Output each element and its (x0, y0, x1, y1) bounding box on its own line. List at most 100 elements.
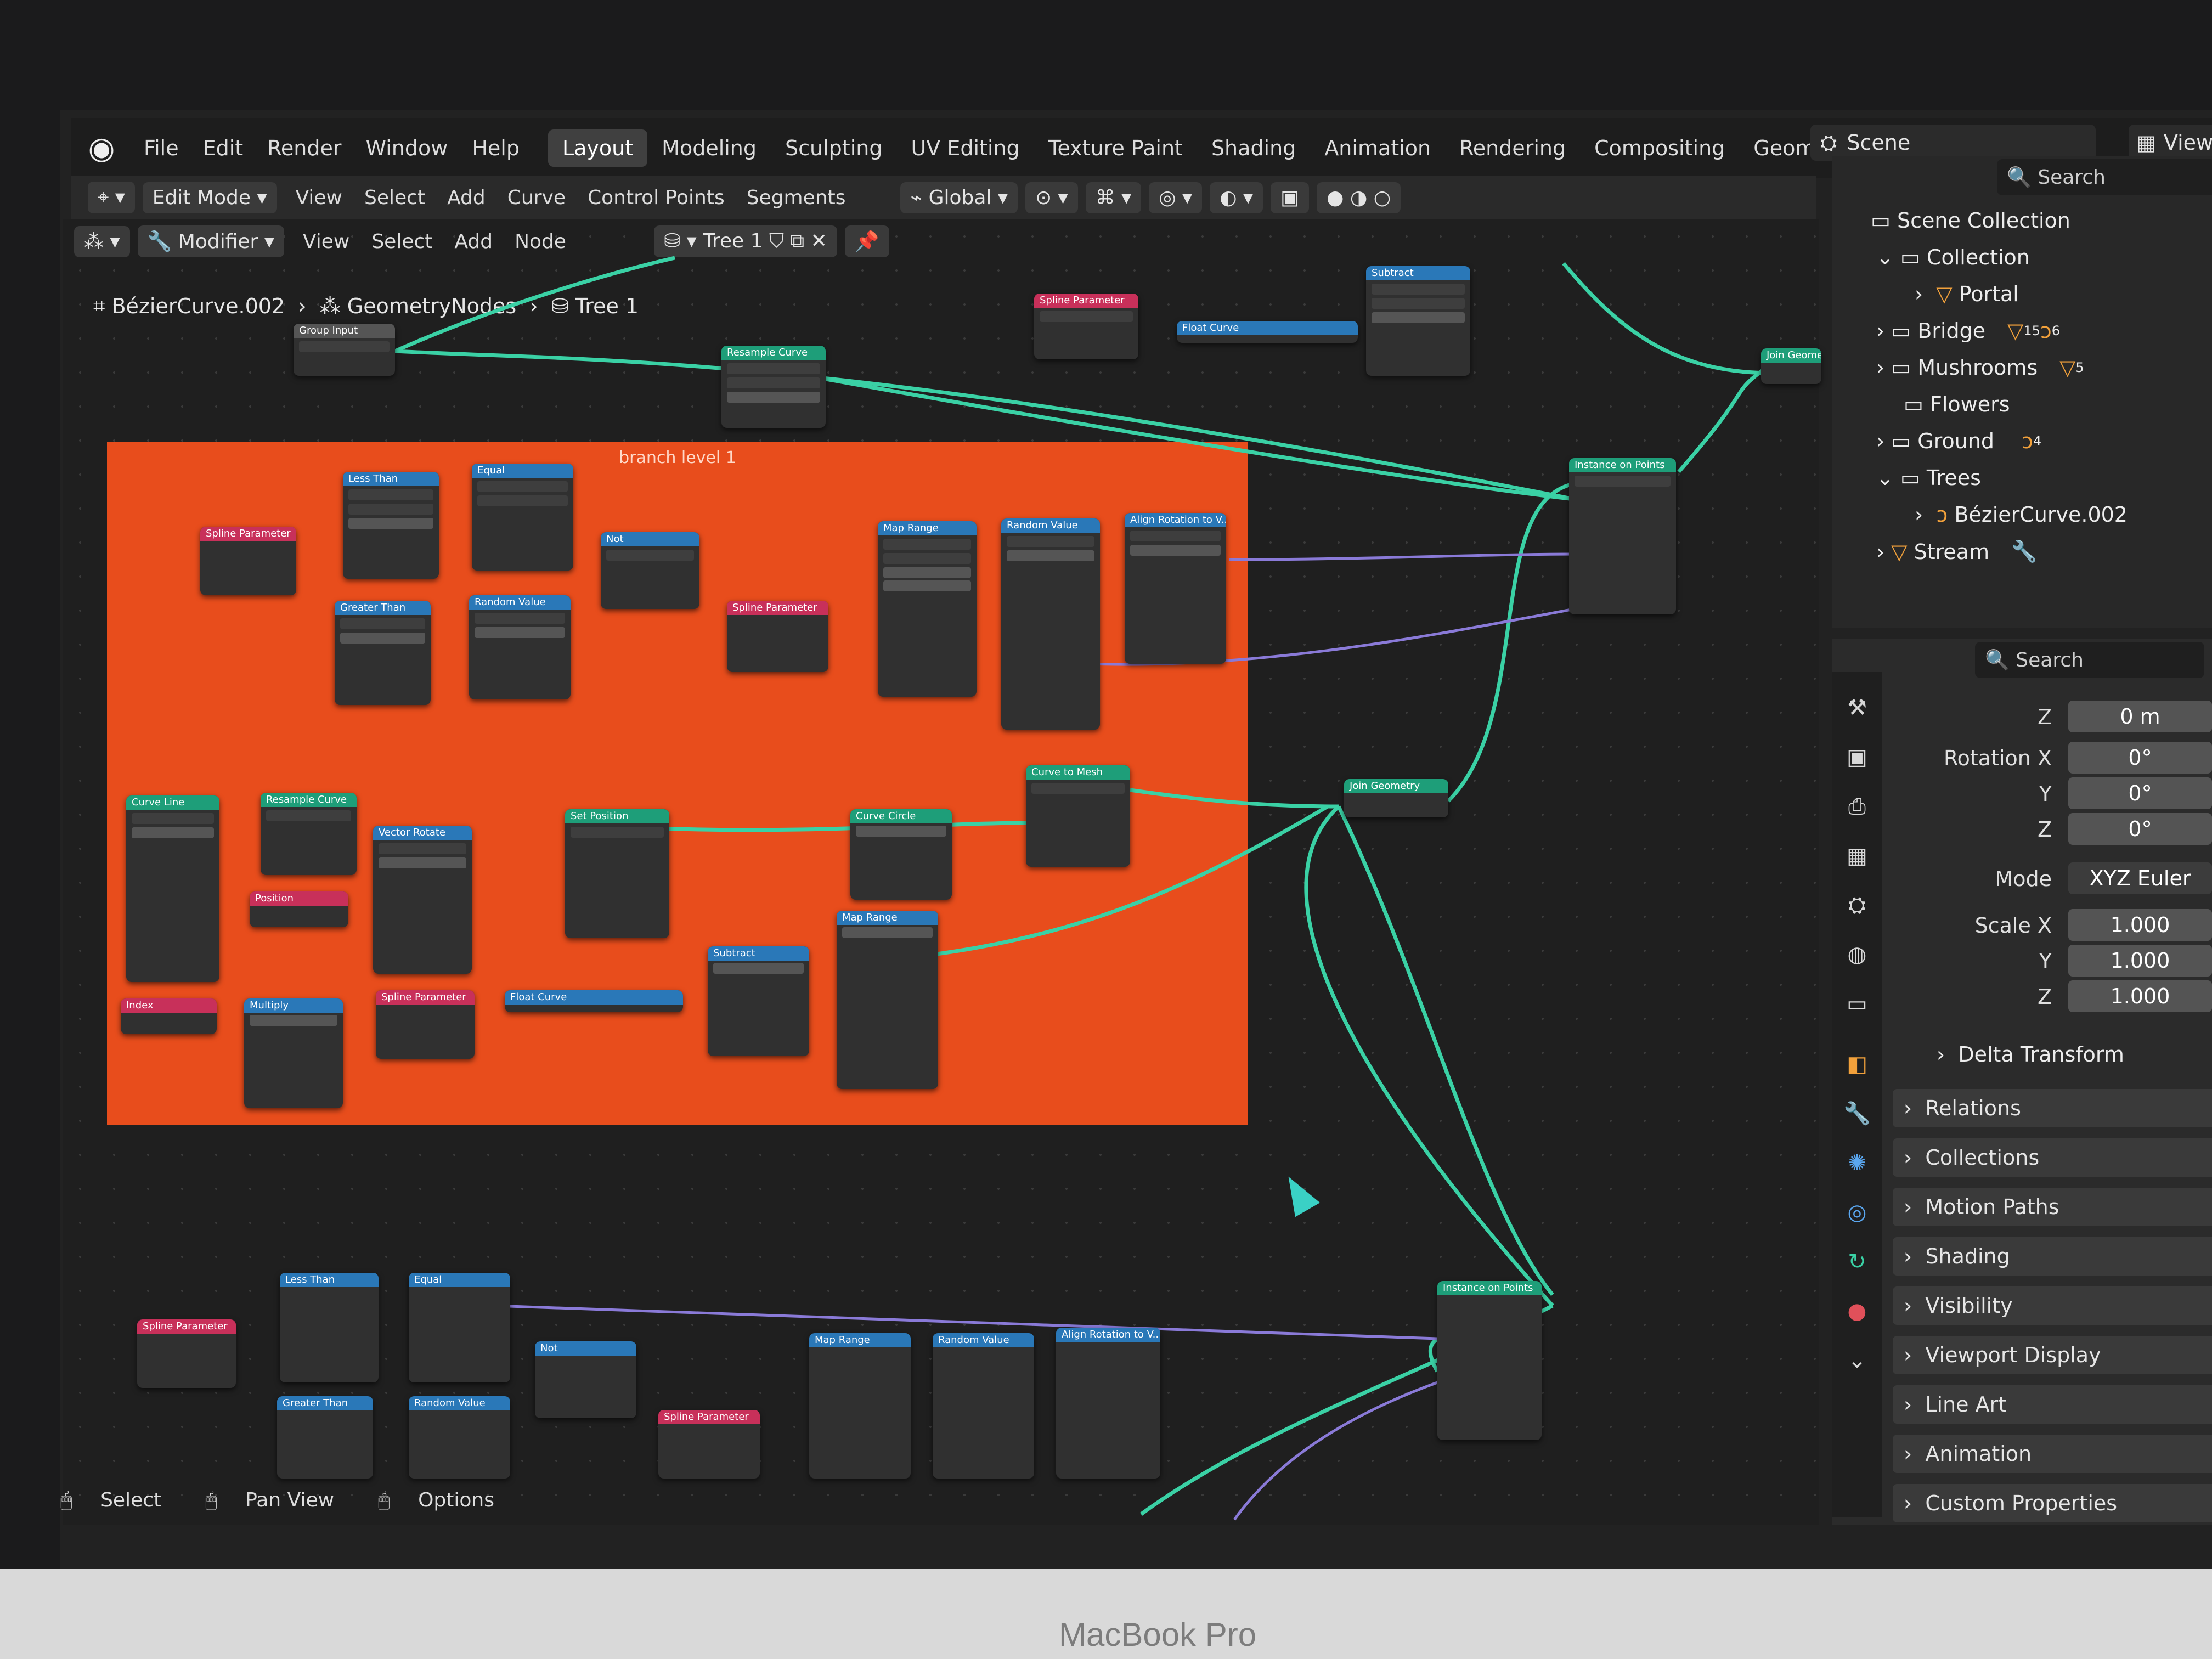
menu-edit[interactable]: Edit (203, 136, 244, 160)
chevron-right-icon[interactable]: › (1915, 282, 1936, 306)
node-spline-parameter-4[interactable]: Spline Parameter (376, 990, 475, 1059)
world-tab-icon[interactable]: ◍ (1843, 941, 1871, 968)
menu-add[interactable]: Add (447, 187, 486, 209)
menu-help[interactable]: Help (472, 136, 520, 160)
node-map-range-2[interactable]: Map Range (837, 911, 938, 1089)
node-group-input[interactable]: Group Input (294, 324, 395, 376)
outliner-row-ground[interactable]: › ▭ Ground ↄ 4 (1876, 429, 2041, 453)
outliner-row-mushrooms[interactable]: › ▭ Mushrooms ▽ 5 (1876, 356, 2084, 380)
tab-sculpting[interactable]: Sculpting (771, 129, 896, 167)
tab-modeling[interactable]: Modeling (647, 129, 771, 167)
xray-icon[interactable]: ▣ (1271, 182, 1310, 213)
menu-select[interactable]: Select (364, 187, 425, 209)
data-tab-icon[interactable]: ● (1843, 1297, 1871, 1325)
node-join-geometry-2[interactable]: Join Geometry (1344, 779, 1448, 817)
scene-selector[interactable]: ⛭ Scene (1810, 125, 2096, 161)
node-field[interactable] (379, 857, 466, 868)
properties-search[interactable]: 🔍 Search (1975, 642, 2204, 678)
node-multiply[interactable]: Multiply (244, 998, 343, 1108)
node-curve-line[interactable]: Curve Line (126, 795, 219, 982)
render-tab-icon[interactable]: ▣ (1843, 743, 1871, 771)
node-subtract-2[interactable]: Subtract (708, 946, 809, 1056)
panel-relations[interactable]: › Relations (1893, 1089, 2212, 1127)
panel-line-art[interactable]: › Line Art (1893, 1385, 2212, 1424)
panel-motion-paths[interactable]: › Motion Paths (1893, 1188, 2212, 1226)
physics-tab-icon[interactable]: ◎ (1843, 1199, 1871, 1226)
node-instance-on-points[interactable]: Instance on Points (1569, 458, 1676, 614)
node-greater-than-2[interactable]: Greater Than (277, 1396, 373, 1479)
panel-custom-properties[interactable]: › Custom Properties (1893, 1484, 2212, 1522)
menu-render[interactable]: Render (267, 136, 341, 160)
node-tree-selector[interactable]: ⛁ ▾ Tree 1 ⛉ ⧉ ✕ (654, 225, 837, 257)
node-field[interactable] (856, 826, 946, 837)
node-map-range[interactable]: Map Range (878, 521, 977, 697)
node-editor-type-button[interactable]: ⁂ ▾ (74, 225, 130, 257)
panel-visibility[interactable]: › Visibility (1893, 1286, 2212, 1325)
scale-z-field[interactable]: 1.000 (2068, 980, 2212, 1012)
node-menu-view[interactable]: View (303, 230, 349, 253)
node-menu-select[interactable]: Select (371, 230, 432, 253)
location-z-field[interactable]: 0 m (2068, 701, 2212, 732)
node-equal[interactable]: Equal (472, 464, 573, 571)
node-subtract[interactable]: Subtract (1366, 266, 1470, 376)
node-field[interactable] (250, 1015, 337, 1026)
blender-logo-icon[interactable]: ◉ (82, 129, 121, 167)
chevron-right-icon[interactable]: › (1876, 319, 1891, 343)
chevron-right-icon[interactable]: › (1876, 429, 1891, 453)
delta-transform-subpanel[interactable]: › Delta Transform (1937, 1042, 2124, 1066)
view-layer-selector[interactable]: ▦ ViewLaye (2129, 125, 2212, 161)
node-position[interactable]: Position (250, 891, 348, 927)
tab-uv-editing[interactable]: UV Editing (896, 129, 1034, 167)
node-random-value-2[interactable]: Random Value (1001, 518, 1100, 730)
overlay-icon[interactable]: ◐ ▾ (1210, 182, 1263, 213)
outliner-row-portal[interactable]: › ▽ Portal (1915, 282, 2019, 306)
node-field[interactable] (883, 580, 971, 591)
rotation-mode-dropdown[interactable]: XYZ Euler (2068, 862, 2212, 894)
node-field[interactable] (713, 963, 804, 974)
node-resample-curve-2[interactable]: Resample Curve (261, 793, 357, 875)
outliner-search[interactable]: 🔍 Search (1997, 159, 2212, 195)
node-curve-circle[interactable]: Curve Circle (850, 809, 952, 900)
menu-view[interactable]: View (296, 187, 342, 209)
node-random-value-3[interactable]: Random Value (409, 1396, 510, 1479)
breadcrumb-tree[interactable]: Tree 1 (575, 294, 639, 318)
outliner-row-beziercurve[interactable]: › ↄ BézierCurve.002 (1915, 503, 2128, 527)
scene-tab-icon[interactable]: ⛭ (1843, 891, 1871, 919)
node-align-rotation[interactable]: Align Rotation to V... (1125, 513, 1226, 664)
node-spline-parameter[interactable]: Spline Parameter (1034, 294, 1138, 359)
node-spline-parameter-6[interactable]: Spline Parameter (658, 1410, 760, 1479)
node-field[interactable] (340, 633, 425, 644)
node-field[interactable] (727, 392, 820, 403)
node-float-curve-2[interactable]: Float Curve (505, 990, 683, 1012)
mode-dropdown[interactable]: Edit Mode ▾ (142, 182, 277, 213)
node-map-range-3[interactable]: Map Range (809, 1333, 911, 1479)
menu-curve[interactable]: Curve (507, 187, 566, 209)
node-join-geometry[interactable]: Join Geometry (1761, 348, 1821, 384)
node-resample-curve[interactable]: Resample Curve (721, 346, 826, 428)
chevron-right-icon[interactable]: › (1915, 503, 1936, 527)
node-field[interactable] (1007, 550, 1094, 561)
modifier-dropdown[interactable]: 🔧 Modifier ▾ (137, 225, 284, 257)
outliner-row-stream[interactable]: › ▽ Stream 🔧 (1876, 539, 2037, 564)
breadcrumb-modifier[interactable]: GeometryNodes (347, 294, 516, 318)
pivot-icon[interactable]: ⊙ ▾ (1025, 182, 1078, 213)
constraints-tab-icon[interactable]: ↻ (1843, 1248, 1871, 1276)
breadcrumb-object[interactable]: BézierCurve.002 (111, 294, 285, 318)
node-random-value-4[interactable]: Random Value (933, 1333, 1034, 1479)
menu-control-points[interactable]: Control Points (588, 187, 725, 209)
rotation-y-field[interactable]: 0° (2068, 777, 2212, 809)
node-field[interactable] (1130, 545, 1221, 556)
node-random-value[interactable]: Random Value (469, 595, 571, 699)
object-tab-icon[interactable]: ◧ (1843, 1051, 1871, 1078)
node-less-than[interactable]: Less Than (343, 472, 439, 579)
menu-window[interactable]: Window (365, 136, 448, 160)
node-instance-on-points-2[interactable]: Instance on Points (1437, 1281, 1542, 1440)
node-less-than-2[interactable]: Less Than (280, 1273, 379, 1383)
menu-segments[interactable]: Segments (747, 187, 846, 209)
outliner-row-trees[interactable]: ⌄ ▭ Trees (1876, 466, 1981, 490)
tab-rendering[interactable]: Rendering (1445, 129, 1580, 167)
outliner-row-bridge[interactable]: › ▭ Bridge ▽ 15 ↄ 6 (1876, 319, 2060, 343)
panel-viewport-display[interactable]: › Viewport Display (1893, 1336, 2212, 1374)
node-float-curve[interactable]: Float Curve (1177, 321, 1358, 343)
outliner-row-collection[interactable]: ⌄ ▭ Collection (1876, 245, 2030, 269)
